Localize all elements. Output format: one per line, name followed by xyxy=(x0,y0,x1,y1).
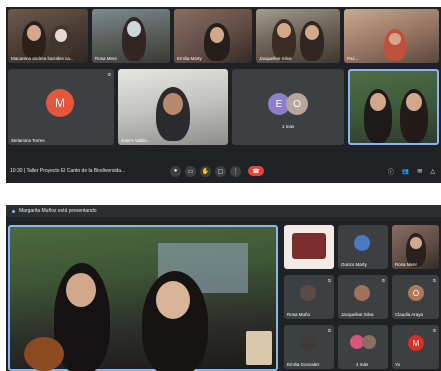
camera-icon: ▭ xyxy=(187,168,194,175)
participant-name: 1 mas xyxy=(282,124,295,129)
participant-tile[interactable]: 4 más xyxy=(338,325,388,369)
participant-name: Paz... xyxy=(347,56,359,61)
participant-tile[interactable]: M ⦸ Stelamina Torres xyxy=(8,69,114,145)
participant-name: Jose's Valdiv... xyxy=(121,138,151,143)
presenting-indicator-icon xyxy=(12,209,15,213)
mic-icon: ● xyxy=(173,168,178,174)
meeting-title: Taller Proyecto El Canto de la Biodivers… xyxy=(26,168,126,174)
meeting-control-bar: 10:30 | Taller Proyecto El Canto de la B… xyxy=(6,159,441,183)
participant-name: Rosa Menr xyxy=(395,262,418,267)
participant-name: Emilia Gonzalez xyxy=(287,362,320,367)
poster-image xyxy=(292,233,326,259)
participant-avatar xyxy=(354,235,370,251)
participant-avatar xyxy=(362,335,376,349)
participant-tile-self[interactable]: M ⦸ Yo xyxy=(392,325,439,369)
participant-avatar: O xyxy=(286,93,308,115)
end-call-icon: ☎ xyxy=(252,168,260,175)
presentation-banner-text: Margarita Muñoz está presentando xyxy=(19,208,97,214)
meeting-time: 10:30 xyxy=(10,168,23,174)
participant-avatar: M xyxy=(408,335,424,351)
participant-tile[interactable] xyxy=(284,225,334,269)
participant-tile[interactable]: ⦸ Rosa Muño xyxy=(284,275,334,319)
participant-tile[interactable]: ⦸ Jacqueline Silva xyxy=(338,275,388,319)
participant-avatar xyxy=(300,335,316,351)
people-icon[interactable]: 👥 xyxy=(402,168,409,175)
raise-hand-button[interactable]: ✋ xyxy=(200,165,211,177)
participant-name: Yo xyxy=(395,362,401,367)
meeting-info: 10:30 | Taller Proyecto El Canto de la B… xyxy=(10,168,126,174)
more-options-button[interactable]: ⋮ xyxy=(230,165,241,177)
guitar xyxy=(24,337,64,371)
present-icon: ▢ xyxy=(217,168,224,175)
participant-name: Emilia Marty xyxy=(177,56,202,61)
participant-tile[interactable]: Rosa Menr xyxy=(392,225,439,269)
mic-off-icon: ⦸ xyxy=(432,278,436,284)
chat-icon[interactable]: ✉ xyxy=(417,168,422,175)
meeting-presentation-view: Margarita Muñoz está presentando Gonzo M… xyxy=(6,205,441,371)
raise-hand-icon: ✋ xyxy=(201,168,210,175)
mic-off-icon: ⦸ xyxy=(327,328,331,334)
participant-tile[interactable]: Gonzo Marty xyxy=(338,225,388,269)
meeting-grid-top: Macarena andrea barrales ca... Rosa Menr… xyxy=(6,7,441,183)
participant-avatar xyxy=(354,285,370,301)
paper-sheet xyxy=(246,331,272,365)
end-call-button[interactable]: ☎ xyxy=(248,166,264,176)
present-button[interactable]: ▢ xyxy=(215,165,226,177)
participant-tile[interactable]: Jose's Valdiv... xyxy=(118,69,228,145)
mic-off-icon: ⦸ xyxy=(107,72,111,78)
info-icon[interactable]: ⓘ xyxy=(388,167,394,176)
participant-name: Rosa Menr xyxy=(95,56,118,61)
participant-tile[interactable]: Jacqueline Silva xyxy=(256,9,340,63)
participant-tile[interactable]: Macarena andrea barrales ca... xyxy=(8,9,88,63)
participant-tile[interactable]: Rosa Menr xyxy=(92,9,170,63)
participant-tile[interactable]: ⦸ Emilia Gonzalez xyxy=(284,325,334,369)
participant-name: Stelamina Torres xyxy=(11,138,45,143)
participant-avatar xyxy=(300,285,316,301)
participant-tile[interactable]: Paz... xyxy=(344,9,439,63)
participant-tile[interactable]: O ⦸ Claudia Araya xyxy=(392,275,439,319)
presentation-banner: Margarita Muñoz está presentando xyxy=(6,205,441,217)
participant-name: Rosa Muño xyxy=(287,312,311,317)
participant-tile[interactable]: Emilia Marty xyxy=(174,9,252,63)
participant-name: Jacqueline Silva xyxy=(259,56,292,61)
participant-avatar: O xyxy=(408,285,424,301)
participant-tile[interactable]: E O 1 mas xyxy=(232,69,344,145)
mic-button[interactable]: ● xyxy=(170,165,181,177)
participant-name: Claudia Araya xyxy=(395,312,424,317)
participant-avatar: M xyxy=(46,89,74,117)
presenter-stage[interactable] xyxy=(8,225,278,371)
mic-off-icon: ⦸ xyxy=(432,328,436,334)
participant-name: Gonzo Marty xyxy=(341,262,367,267)
more-icon: ⋮ xyxy=(232,168,239,175)
participant-name: Macarena andrea barrales ca... xyxy=(11,56,74,61)
mic-off-icon: ⦸ xyxy=(327,278,331,284)
camera-button[interactable]: ▭ xyxy=(185,165,196,177)
participant-name: Jacqueline Silva xyxy=(341,312,374,317)
participant-name: 4 más xyxy=(356,362,369,367)
mic-off-icon: ⦸ xyxy=(381,278,385,284)
participant-tile-active[interactable] xyxy=(348,69,439,145)
activities-icon[interactable]: △ xyxy=(430,168,435,175)
